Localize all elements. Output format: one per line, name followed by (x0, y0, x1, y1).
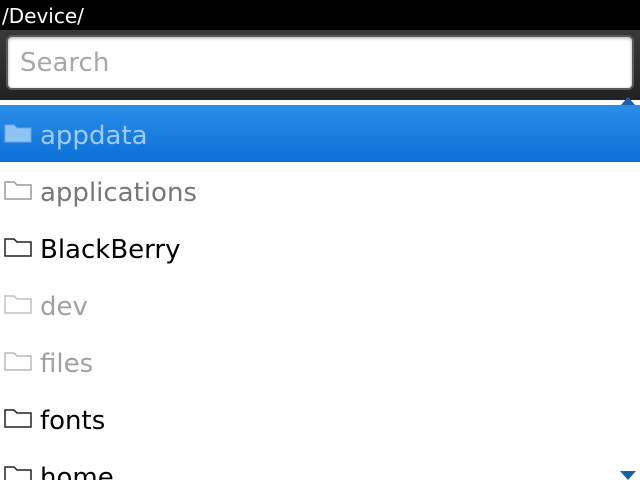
folder-icon (4, 124, 32, 143)
folder-label: BlackBerry (40, 235, 181, 265)
path-title: /Device/ (0, 0, 640, 30)
folder-label: home (40, 463, 114, 480)
folder-icon (4, 181, 32, 200)
folder-label: appdata (40, 121, 148, 151)
folder-icon (4, 352, 32, 371)
folder-icon (4, 238, 32, 257)
folder-label: fonts (40, 406, 106, 436)
folder-list: appdata applications BlackBerry dev file (0, 105, 640, 480)
folder-row-blackberry[interactable]: BlackBerry (0, 219, 640, 276)
folder-row-applications[interactable]: applications (0, 162, 640, 219)
folder-label: dev (40, 292, 88, 322)
folder-row-dev[interactable]: dev (0, 276, 640, 333)
folder-label: applications (40, 178, 197, 208)
folder-row-fonts[interactable]: fonts (0, 390, 640, 447)
folder-icon (4, 466, 32, 480)
file-browser-screen: /Device/ appdata applications BlackBerry (0, 0, 640, 480)
search-box[interactable] (6, 35, 634, 90)
search-bar (0, 30, 640, 100)
folder-icon (4, 409, 32, 428)
folder-row-files[interactable]: files (0, 333, 640, 390)
search-input[interactable] (20, 45, 620, 81)
folder-icon (4, 295, 32, 314)
folder-label: files (40, 349, 94, 379)
folder-row-appdata[interactable]: appdata (0, 105, 640, 162)
folder-row-home[interactable]: home (0, 447, 640, 480)
scroll-down-arrow-icon[interactable] (620, 471, 636, 480)
